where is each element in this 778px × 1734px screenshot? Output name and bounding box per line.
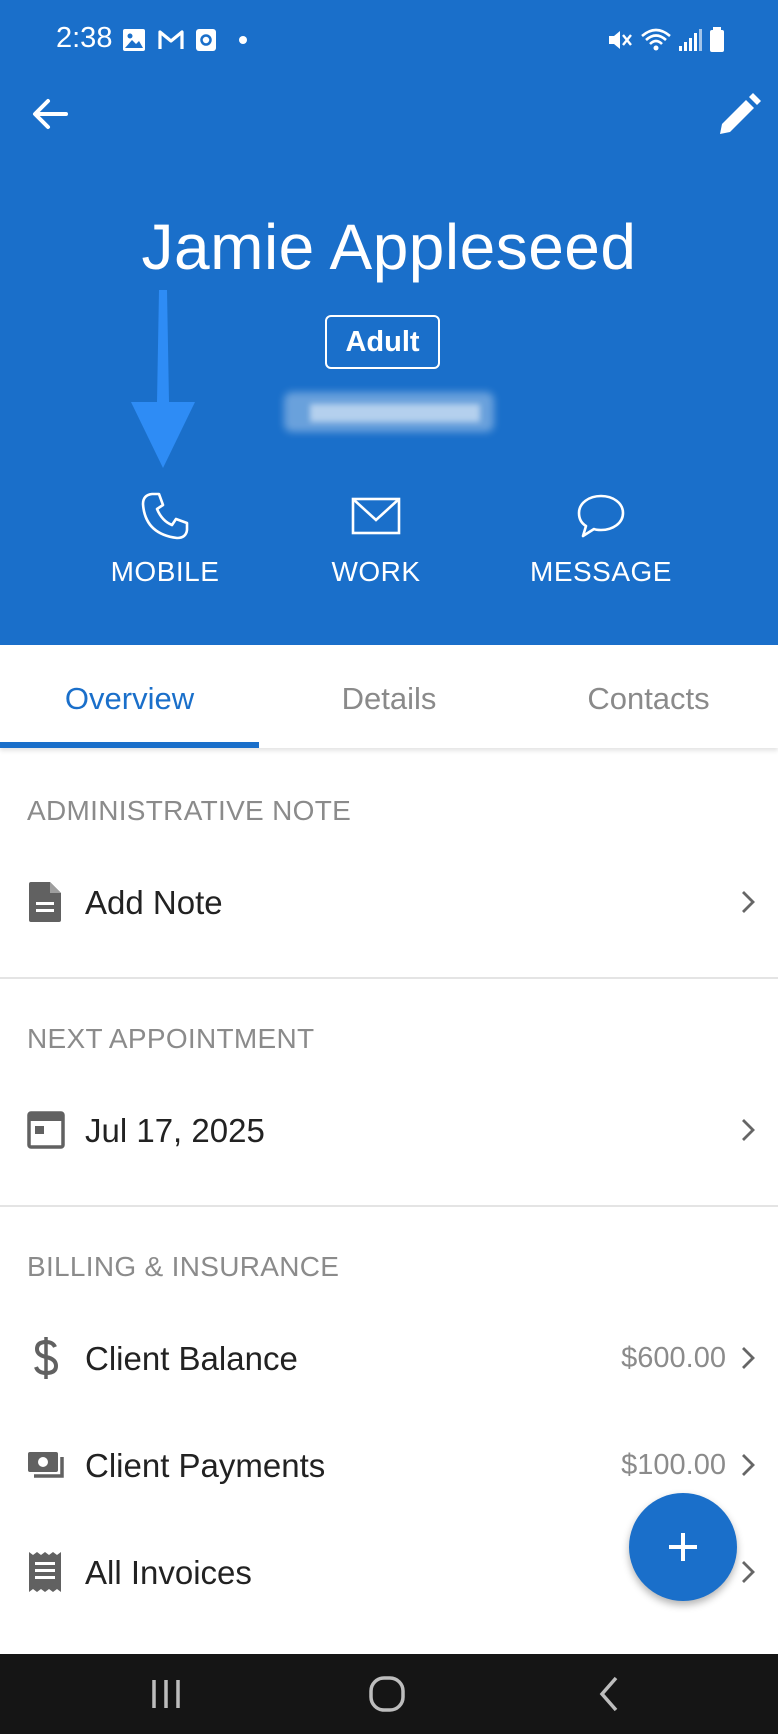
client-balance-label: Client Balance — [85, 1340, 298, 1377]
call-mobile-button[interactable]: MOBILE — [75, 490, 255, 600]
client-balance-row[interactable]: Client Balance $600.00 — [0, 1312, 778, 1404]
gmail-icon — [158, 30, 184, 49]
divider — [0, 1205, 778, 1207]
client-balance-value: $600.00 — [621, 1342, 726, 1374]
divider — [0, 977, 778, 979]
back-arrow-icon[interactable] — [26, 90, 74, 138]
email-work-label: WORK — [331, 556, 421, 587]
edit-pencil-icon[interactable] — [712, 90, 764, 142]
email-work-button[interactable]: WORK — [286, 490, 466, 600]
call-mobile-label: MOBILE — [110, 556, 220, 587]
calendar-icon — [27, 1111, 65, 1149]
nav-back-icon[interactable] — [594, 1674, 624, 1714]
chevron-right-icon — [742, 1119, 755, 1141]
battery-icon — [710, 27, 724, 52]
send-message-button[interactable]: MESSAGE — [511, 490, 691, 600]
add-note-label: Add Note — [85, 884, 223, 921]
annotation-arrow-icon — [131, 290, 195, 468]
notification-dot — [239, 36, 247, 44]
chevron-right-icon — [742, 1454, 755, 1476]
chevron-right-icon — [742, 1561, 755, 1583]
chevron-right-icon — [742, 1347, 755, 1369]
payments-icon — [28, 1452, 64, 1478]
section-title-next-appointment: NEXT APPOINTMENT — [27, 1023, 315, 1054]
home-icon[interactable] — [367, 1674, 407, 1714]
next-appointment-row[interactable]: Jul 17, 2025 — [0, 1084, 778, 1176]
phone-icon — [141, 492, 189, 540]
system-nav-bar — [0, 1654, 778, 1734]
tab-bar: Overview Details Contacts — [0, 645, 778, 748]
client-payments-value: $100.00 — [621, 1449, 726, 1481]
send-message-label: MESSAGE — [530, 556, 672, 587]
section-title-billing: BILLING & INSURANCE — [27, 1251, 340, 1282]
chevron-right-icon — [742, 891, 755, 913]
next-appointment-date: Jul 17, 2025 — [85, 1112, 265, 1149]
mail-icon — [351, 497, 401, 535]
wifi-icon — [641, 28, 671, 51]
client-header: 2:38 Jamie Appleseed Adult MOBILE WORK M… — [0, 0, 778, 645]
status-time: 2:38 — [56, 22, 113, 54]
gallery-icon — [123, 29, 145, 51]
recent-apps-icon[interactable] — [148, 1674, 184, 1714]
active-tab-indicator — [0, 742, 259, 748]
dollar-icon — [34, 1337, 59, 1379]
redacted-info-detail — [310, 404, 480, 422]
tab-overview[interactable]: Overview — [0, 645, 259, 748]
chat-bubble-icon — [577, 494, 625, 538]
section-title-admin-note: ADMINISTRATIVE NOTE — [27, 795, 352, 826]
client-name: Jamie Appleseed — [141, 211, 637, 283]
status-bar: 2:38 — [0, 0, 778, 80]
tab-contacts[interactable]: Contacts — [519, 645, 778, 748]
mute-icon — [609, 31, 632, 49]
tab-details[interactable]: Details — [259, 645, 519, 748]
add-note-row[interactable]: Add Note — [0, 856, 778, 948]
receipt-icon — [29, 1552, 61, 1592]
client-type-badge: Adult — [325, 315, 440, 369]
outlook-icon — [196, 29, 216, 51]
signal-icon — [679, 29, 702, 51]
all-invoices-label: All Invoices — [85, 1554, 252, 1591]
client-payments-label: Client Payments — [85, 1447, 326, 1484]
add-fab-button[interactable] — [629, 1493, 737, 1601]
plus-icon — [669, 1533, 697, 1561]
document-icon — [29, 882, 61, 922]
